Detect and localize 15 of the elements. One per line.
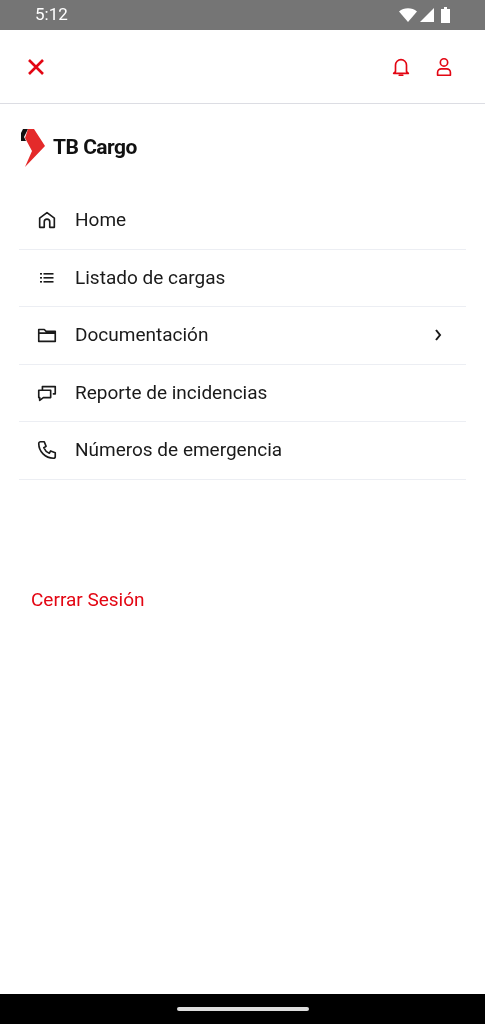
- brand-name: TB Cargo: [53, 134, 137, 162]
- menu-item[interactable]: Documentación: [19, 307, 466, 365]
- menu-item[interactable]: Home: [19, 192, 466, 250]
- signal-icon: [420, 8, 434, 22]
- wifi-icon: [399, 8, 417, 22]
- phone-icon: [36, 439, 58, 462]
- logo-icon: [21, 129, 45, 167]
- profile-button[interactable]: [434, 55, 454, 78]
- menu-item[interactable]: Listado de cargas: [19, 249, 466, 307]
- menu-item[interactable]: Reporte de incidencias: [19, 364, 466, 422]
- menu-item[interactable]: Números de emergencia: [19, 422, 466, 480]
- logout-link[interactable]: Cerrar Sesión: [31, 585, 145, 614]
- status-time: 5:12: [35, 3, 68, 27]
- close-button[interactable]: [27, 57, 45, 76]
- battery-icon: [441, 7, 450, 23]
